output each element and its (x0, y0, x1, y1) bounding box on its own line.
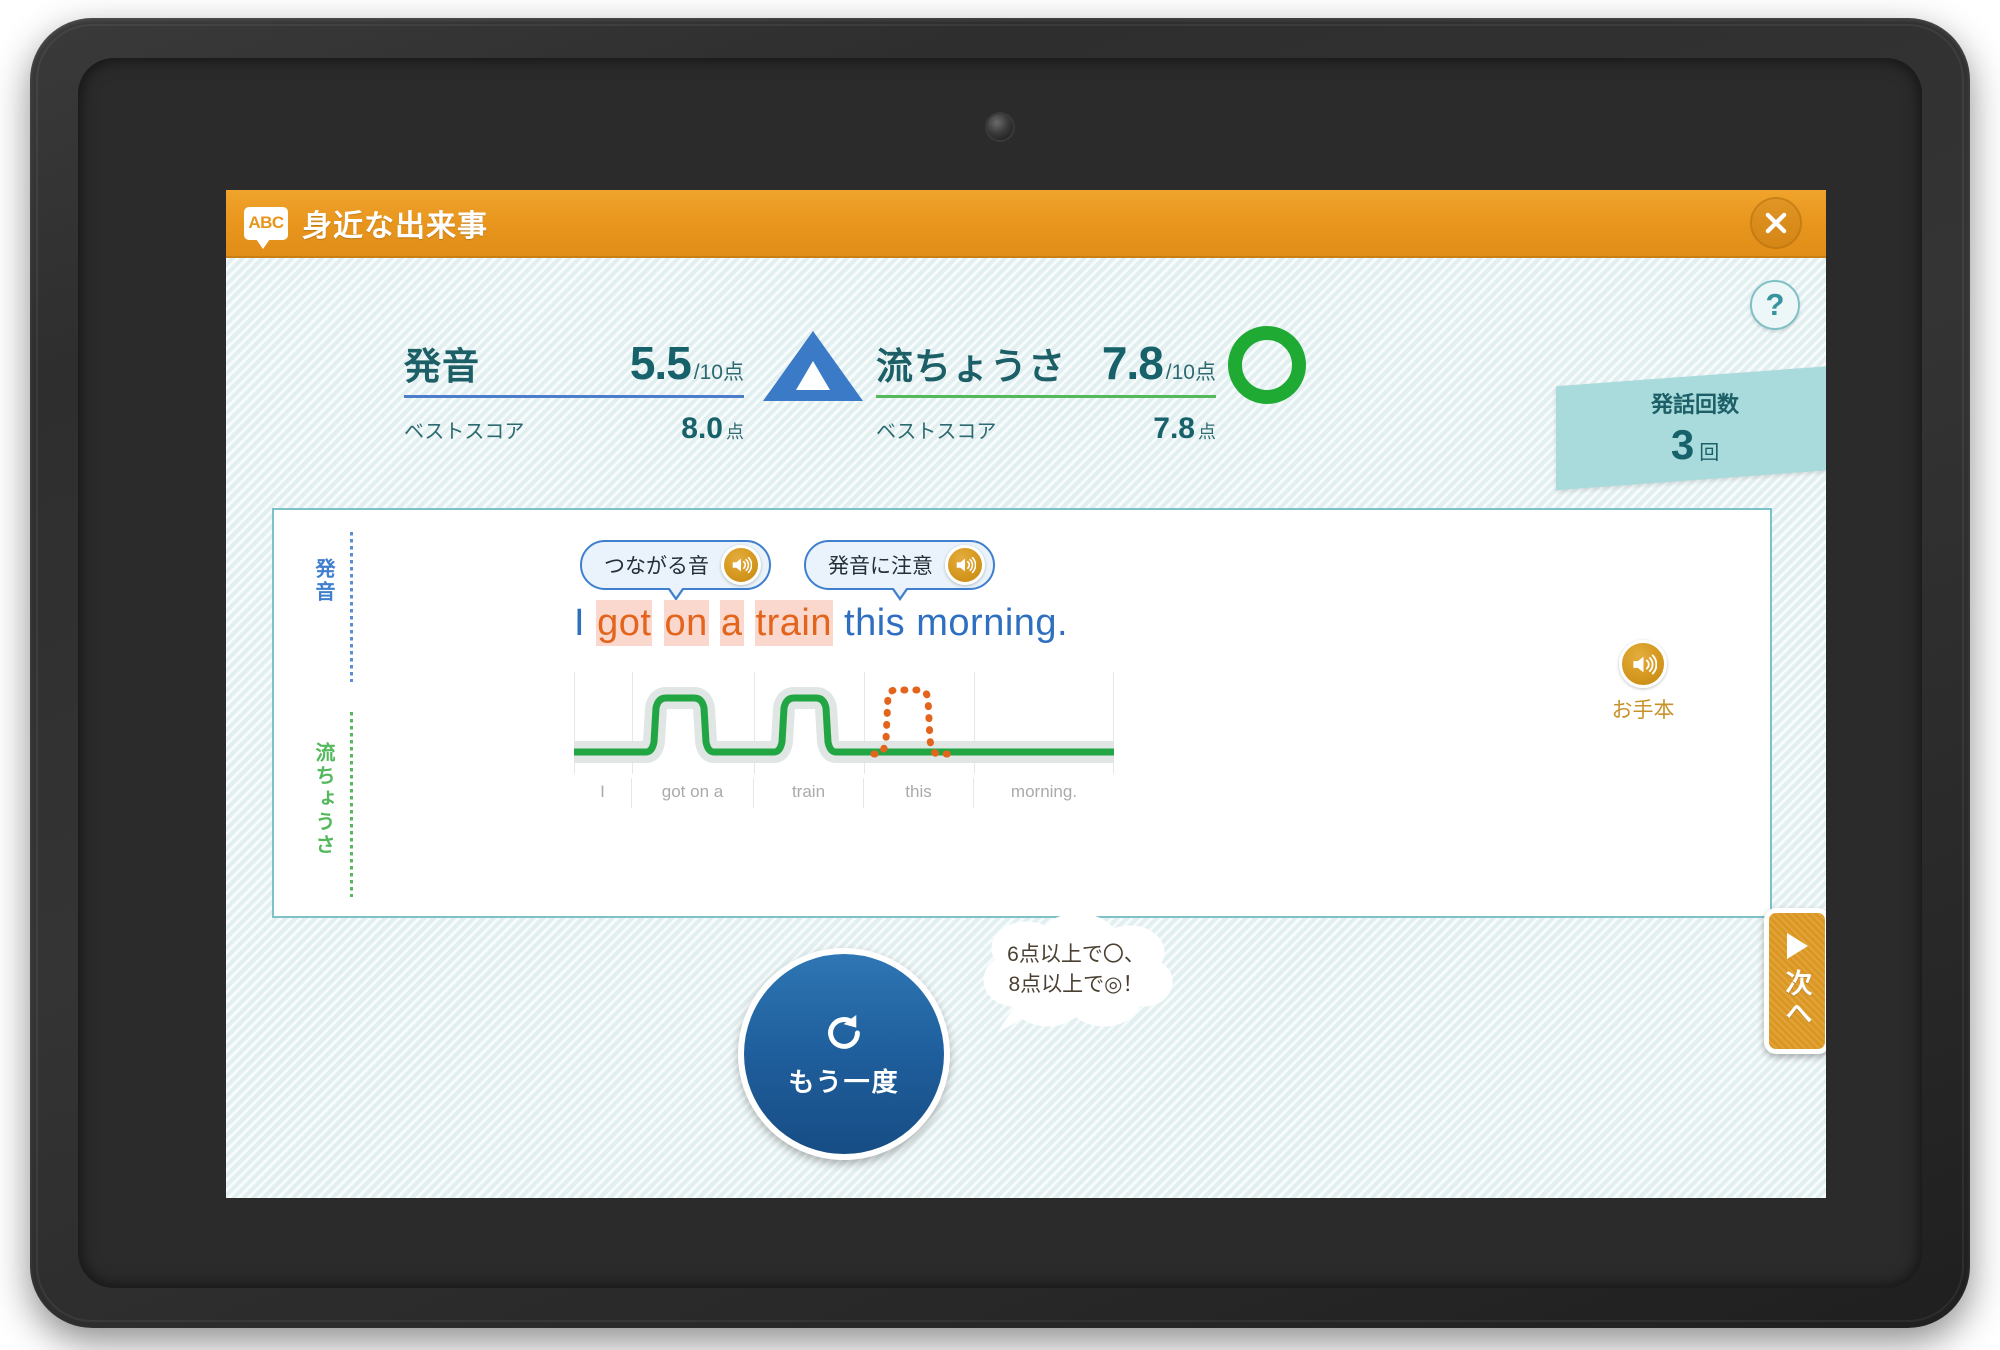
speaker-icon (1632, 654, 1657, 674)
pitch-chart-x-labels: I got on a train this morning. (574, 778, 1114, 808)
pitch-label: morning. (1010, 782, 1078, 801)
score-top-row: 発音 5.5 /10点 (404, 336, 744, 390)
pitch-contour-chart (574, 672, 1114, 774)
model-audio-button[interactable] (1619, 640, 1667, 688)
pronunciation-best-label: ベストスコア (404, 421, 525, 443)
replay-icon (828, 1014, 860, 1049)
sentence-token: morning. (916, 602, 1069, 644)
sentence-token: I (574, 602, 586, 644)
score-block-pronunciation: 発音 5.5 /10点 ベストスコア 8.0 点 (404, 331, 863, 446)
tip-pronunciation-warning[interactable]: 発音に注意 (804, 540, 995, 601)
utterance-count-label: 発話回数 (1650, 392, 1739, 418)
hint-line-2: 8点以上で◎！ (1008, 972, 1144, 996)
play-icon (1786, 933, 1808, 959)
front-camera (987, 114, 1013, 140)
pronunciation-label: 発音 (404, 346, 480, 387)
help-button-label: ? (1765, 287, 1785, 322)
pitch-label: got on a (632, 778, 754, 808)
sentence-token: train (754, 600, 833, 646)
score-block-fluency: 流ちょうさ 7.8 /10点 ベストスコア 7.8 点 (876, 326, 1306, 446)
tip-linking-label: つながる音 (604, 555, 709, 578)
utterance-banner-inner: 発話回数 3 回 (1651, 387, 1739, 469)
analysis-panel: 発音 流ちょうさ つながる音 発音に注意 I got on a train th… (272, 508, 1772, 918)
pitch-label: this (864, 778, 974, 808)
sentence-token: got (596, 600, 653, 646)
fluency-dotted-divider (350, 712, 353, 897)
tip-linking-sound[interactable]: つながる音 (580, 540, 771, 601)
side-label-fluency: 流ちょうさ (312, 742, 334, 857)
pronunciation-grade-triangle-icon (760, 328, 866, 409)
pronunciation-best-row: ベストスコア 8.0 点 (404, 412, 744, 446)
fluency-grade-circle-icon (1228, 326, 1306, 409)
pronunciation-best-value: 8.0 (681, 412, 723, 445)
pronunciation-denominator: /10点 (693, 361, 744, 384)
tablet-device-frame: ABC 身近な出来事 ? 発音 5.5 /10点 ベストスコア 8.0 点 流ち… (30, 18, 1970, 1328)
abc-speech-bubble-icon: ABC (244, 206, 288, 249)
pitch-label: train (754, 778, 864, 808)
fluency-underline (876, 395, 1216, 398)
sentence-token: this (844, 602, 906, 644)
fluency-label: 流ちょうさ (876, 346, 1066, 387)
pronunciation-underline (404, 395, 744, 398)
sentence-token: on (663, 600, 709, 646)
abc-icon-label: ABC (248, 213, 284, 232)
speaker-icon (732, 556, 752, 574)
utterance-count-value: 3 (1670, 421, 1695, 469)
model-audio-label: お手本 (1611, 699, 1675, 722)
hint-bubble-text: 6点以上で〇、 8点以上で◎！ (978, 940, 1174, 1000)
fluency-best-label: ベストスコア (876, 421, 997, 443)
next-button[interactable]: 次へ (1764, 908, 1826, 1054)
hint-line-1: 6点以上で〇、 (1007, 943, 1145, 966)
utterance-count-banner: 発話回数 3 回 (1556, 365, 1826, 491)
pitch-label: I (574, 778, 632, 808)
score-summary: 発音 5.5 /10点 ベストスコア 8.0 点 流ちょうさ 7.8 /10点 … (226, 326, 1476, 446)
pronunciation-dotted-divider (350, 532, 353, 682)
content-area: ? 発音 5.5 /10点 ベストスコア 8.0 点 流ちょうさ 7.8 /10… (226, 258, 1826, 1198)
target-sentence: I got on a train this morning. (574, 600, 1069, 646)
utterance-count-unit: 回 (1699, 442, 1720, 465)
fluency-score: 7.8 (1101, 337, 1164, 389)
page-title: 身近な出来事 (302, 210, 488, 243)
tip-linking-speaker-button[interactable] (721, 545, 761, 585)
fluency-best-value: 7.8 (1153, 412, 1195, 445)
fluency-best-unit: 点 (1198, 422, 1216, 442)
app-screen: ABC 身近な出来事 ? 発音 5.5 /10点 ベストスコア 8.0 点 流ち… (226, 190, 1826, 1198)
pronunciation-best-unit: 点 (726, 422, 744, 442)
retry-button[interactable]: もう一度 (738, 948, 950, 1160)
score-top-row: 流ちょうさ 7.8 /10点 (876, 336, 1216, 390)
fluency-denominator: /10点 (1165, 361, 1216, 384)
close-button[interactable] (1750, 197, 1802, 249)
tip-warning-label: 発音に注意 (828, 555, 933, 578)
fluency-best-row: ベストスコア 7.8 点 (876, 412, 1216, 446)
model-audio-block: お手本 (1588, 640, 1698, 724)
side-label-pronunciation: 発音 (312, 558, 334, 604)
sentence-token: a (719, 600, 744, 646)
title-bar: ABC 身近な出来事 (226, 190, 1826, 258)
retry-button-label: もう一度 (788, 1066, 900, 1097)
close-icon (1765, 212, 1787, 234)
tip-warning-speaker-button[interactable] (945, 545, 985, 585)
hint-speech-bubble: 6点以上で〇、 8点以上で◎！ (978, 914, 1174, 1036)
speaker-icon (956, 556, 976, 574)
next-button-label: 次へ (1781, 969, 1812, 1029)
pronunciation-score: 5.5 (629, 337, 692, 389)
help-button[interactable]: ? (1750, 280, 1800, 330)
